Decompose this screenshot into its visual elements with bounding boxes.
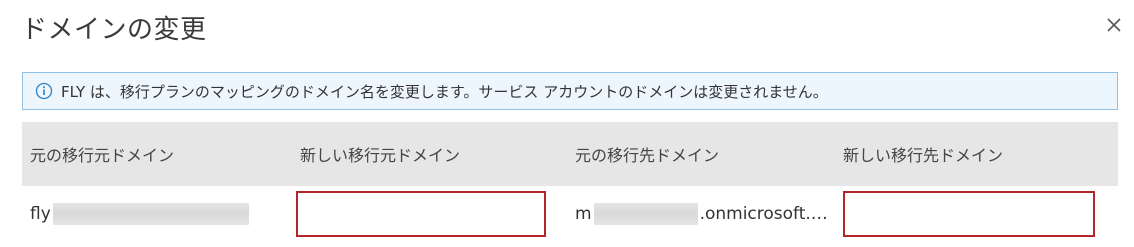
header-original-source-domain: 元の移行元ドメイン — [22, 122, 292, 186]
original-destination-domain-cell: m .onmicrosoft.… — [567, 186, 835, 242]
table-row: fly m .onmicrosoft.… — [22, 186, 1118, 242]
header-new-source-domain: 新しい移行元ドメイン — [292, 122, 567, 186]
close-button[interactable] — [1101, 12, 1127, 38]
original-destination-domain-suffix: .onmicrosoft.… — [699, 204, 828, 224]
redacted-text — [52, 203, 249, 225]
close-icon — [1107, 18, 1121, 32]
original-source-domain-cell: fly — [22, 186, 292, 242]
new-destination-domain-input[interactable] — [843, 191, 1095, 237]
original-source-domain-prefix: fly — [30, 204, 51, 224]
new-source-domain-input[interactable] — [296, 191, 546, 237]
info-icon — [35, 82, 53, 100]
header-new-destination-domain: 新しい移行先ドメイン — [835, 122, 1118, 186]
new-destination-domain-cell — [835, 186, 1118, 242]
domain-mapping-table: 元の移行元ドメイン 新しい移行元ドメイン 元の移行先ドメイン 新しい移行先ドメイ… — [22, 122, 1118, 242]
new-source-domain-cell — [292, 186, 567, 242]
redacted-text — [593, 203, 698, 225]
header-original-destination-domain: 元の移行先ドメイン — [567, 122, 835, 186]
table-header-row: 元の移行元ドメイン 新しい移行元ドメイン 元の移行先ドメイン 新しい移行先ドメイ… — [22, 122, 1118, 186]
dialog-title: ドメインの変更 — [21, 15, 207, 45]
info-banner-text: FLY は、移行プランのマッピングのドメイン名を変更します。サービス アカウント… — [61, 82, 828, 101]
original-destination-domain-prefix: m — [575, 204, 592, 224]
info-banner: FLY は、移行プランのマッピングのドメイン名を変更します。サービス アカウント… — [22, 72, 1118, 110]
